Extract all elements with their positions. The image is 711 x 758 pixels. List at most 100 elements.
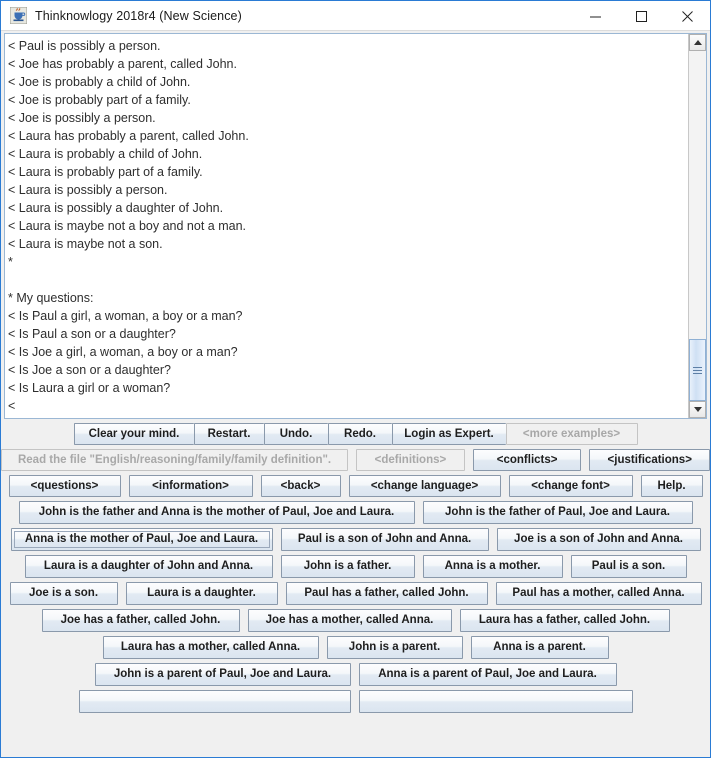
- console-line: < Is Paul a son or a daughter?: [8, 327, 176, 341]
- button-label: John is the father and Anna is the mothe…: [38, 506, 395, 518]
- scroll-up-arrow[interactable]: [689, 34, 706, 51]
- button-panel: Clear your mind. Restart. Undo. Redo. Login …: [1, 419, 710, 757]
- sentence-row: [1, 690, 710, 713]
- button-label: Paul has a father, called John.: [304, 587, 469, 599]
- view-button-change-font[interactable]: <change font>: [508, 475, 633, 497]
- sentence-button-paul-has-a-father-called-john[interactable]: Paul has a father, called John.: [285, 582, 488, 605]
- sentence-button-paul-has-a-mother-called-anna[interactable]: Paul has a mother, called Anna.: [495, 582, 702, 605]
- sentence-button-joe-has-a-mother-called-anna[interactable]: Joe has a mother, called Anna.: [247, 609, 452, 632]
- console-line: < Paul is possibly a person.: [8, 39, 161, 53]
- console-line: < Is Paul a girl, a woman, a boy or a ma…: [8, 309, 243, 323]
- file-button-definitions: <definitions>: [356, 449, 465, 471]
- sentence-button-blank[interactable]: [78, 690, 351, 713]
- file-button-conflicts[interactable]: <conflicts>: [472, 449, 582, 471]
- sentence-row: Laura is a daughter of John and Anna. Joh…: [1, 555, 710, 578]
- scroll-thumb-grip: [693, 365, 702, 376]
- vertical-scrollbar[interactable]: [688, 34, 706, 418]
- sentence-button-blank[interactable]: [358, 690, 633, 713]
- button-label: John is a father.: [303, 560, 392, 572]
- button-label: <conflicts>: [496, 454, 558, 466]
- scroll-down-arrow[interactable]: [689, 401, 706, 418]
- sentence-row: Joe is a son. Laura is a daughter. Paul ha…: [1, 582, 710, 605]
- button-label: <questions>: [30, 480, 99, 492]
- close-button[interactable]: [664, 1, 710, 32]
- console-line: < Laura is maybe not a boy and not a man…: [8, 219, 247, 233]
- button-label: Laura has a father, called John.: [478, 614, 651, 626]
- sentence-button-laura-is-a-daughter-of-john-and-anna[interactable]: Laura is a daughter of John and Anna.: [24, 555, 273, 578]
- button-label: Anna is the mother of Paul, Joe and Laur…: [24, 533, 259, 545]
- button-label: John is a parent.: [348, 641, 441, 653]
- sentence-button-paul-is-a-son[interactable]: Paul is a son.: [570, 555, 687, 578]
- command-button-more-examples: <more examples>: [505, 423, 638, 445]
- window-controls: [572, 1, 710, 32]
- sentence-button-laura-has-a-mother-called-anna[interactable]: Laura has a mother, called Anna.: [102, 636, 319, 659]
- view-button-back[interactable]: <back>: [260, 475, 341, 497]
- scroll-thumb[interactable]: [689, 339, 706, 401]
- sentence-button-john-is-a-parent[interactable]: John is a parent.: [326, 636, 463, 659]
- minimize-button[interactable]: [572, 1, 618, 32]
- view-button-help[interactable]: Help.: [640, 475, 703, 497]
- console-line: < Laura is possibly a daughter of John.: [8, 201, 224, 215]
- sentence-button-john-is-the-father-of-paul-joe-and-laura[interactable]: John is the father of Paul, Joe and Laur…: [422, 501, 693, 524]
- scrollbar-track[interactable]: [689, 51, 706, 401]
- maximize-button[interactable]: [618, 1, 664, 32]
- console-line: < Joe is possibly a person.: [8, 111, 156, 125]
- sentence-button-anna-is-the-mother-of-paul-joe-and-laura[interactable]: Anna is the mother of Paul, Joe and Laur…: [10, 528, 273, 551]
- button-label: <more examples>: [522, 428, 621, 440]
- button-label: Laura is a daughter of John and Anna.: [43, 560, 254, 572]
- button-label: Joe is a son of John and Anna.: [514, 533, 683, 545]
- java-coffee-cup-icon: [9, 6, 28, 25]
- command-button-undo[interactable]: Undo.: [263, 423, 328, 445]
- sentence-button-laura-has-a-father-called-john[interactable]: Laura has a father, called John.: [459, 609, 670, 632]
- view-button-information[interactable]: <information>: [128, 475, 253, 497]
- command-button-redo[interactable]: Redo.: [327, 423, 392, 445]
- sentence-button-joe-has-a-father-called-john[interactable]: Joe has a father, called John.: [41, 609, 240, 632]
- console-line: < Joe has probably a parent, called John…: [8, 57, 237, 71]
- button-label: Anna is a mother.: [444, 560, 541, 572]
- button-label: <change font>: [531, 480, 610, 492]
- button-label: Anna is a parent.: [493, 641, 586, 653]
- file-button-justifications[interactable]: <justifications>: [589, 449, 710, 471]
- button-label: Anna is a parent of Paul, Joe and Laura.: [378, 668, 597, 680]
- sentence-row: Joe has a father, called John. Joe has a …: [1, 609, 710, 632]
- sentence-button-john-is-the-father-and-anna-is-the-mother-of-p[interactable]: John is the father and Anna is the mothe…: [18, 501, 415, 524]
- console-line: < Laura is probably part of a family.: [8, 165, 203, 179]
- application-window: Thinknowlogy 2018r4 (New Science) < Paul…: [0, 0, 711, 758]
- command-button-clear-your-mind[interactable]: Clear your mind.: [73, 423, 194, 445]
- sentence-button-john-is-a-father[interactable]: John is a father.: [280, 555, 415, 578]
- file-button-read-the-file-english-reasoning-family-family-: Read the file "English/reasoning/family/…: [1, 449, 349, 471]
- sentence-button-anna-is-a-parent[interactable]: Anna is a parent.: [470, 636, 609, 659]
- button-label: <change language>: [370, 480, 479, 492]
- view-button-change-language[interactable]: <change language>: [348, 475, 501, 497]
- sentence-button-john-is-a-parent-of-paul-joe-and-laura[interactable]: John is a parent of Paul, Joe and Laura.: [94, 663, 351, 686]
- console-line: *: [8, 255, 13, 269]
- command-button-login-as-expert[interactable]: Login as Expert.: [391, 423, 506, 445]
- sentence-button-joe-is-a-son[interactable]: Joe is a son.: [9, 582, 118, 605]
- console-line: < Laura is possibly a person.: [8, 183, 168, 197]
- console-line: < Laura is probably a child of John.: [8, 147, 203, 161]
- sentence-button-anna-is-a-parent-of-paul-joe-and-laura[interactable]: Anna is a parent of Paul, Joe and Laura.: [358, 663, 617, 686]
- console-line: < Is Joe a son or a daughter?: [8, 363, 171, 377]
- console-line: < Is Joe a girl, a woman, a boy or a man…: [8, 345, 238, 359]
- sentence-button-paul-is-a-son-of-john-and-anna[interactable]: Paul is a son of John and Anna.: [280, 528, 489, 551]
- button-label: Undo.: [279, 428, 313, 440]
- command-button-restart[interactable]: Restart.: [193, 423, 264, 445]
- window-title: Thinknowlogy 2018r4 (New Science): [35, 8, 242, 23]
- button-label: <justifications>: [607, 454, 692, 466]
- sentence-row: John is the father and Anna is the mothe…: [1, 501, 710, 524]
- sentence-button-anna-is-a-mother[interactable]: Anna is a mother.: [422, 555, 563, 578]
- button-label: Paul has a mother, called Anna.: [512, 587, 685, 599]
- button-label: <back>: [280, 480, 321, 492]
- button-label: Restart.: [207, 428, 251, 440]
- sentence-button-joe-is-a-son-of-john-and-anna[interactable]: Joe is a son of John and Anna.: [496, 528, 701, 551]
- sentence-row: Anna is the mother of Paul, Joe and Laur…: [1, 528, 710, 551]
- button-label: Help.: [657, 480, 686, 492]
- button-label: Paul is a son of John and Anna.: [297, 533, 472, 545]
- toolbar-row-commands: Clear your mind. Restart. Undo. Redo. Login …: [1, 423, 710, 445]
- button-label: Laura has a mother, called Anna.: [120, 641, 301, 653]
- view-button-questions[interactable]: <questions>: [8, 475, 121, 497]
- sentence-button-laura-is-a-daughter[interactable]: Laura is a daughter.: [125, 582, 278, 605]
- console-text[interactable]: < Paul is possibly a person. < Joe has pr…: [5, 34, 688, 418]
- sentence-example-rows: John is the father and Anna is the mothe…: [1, 501, 710, 713]
